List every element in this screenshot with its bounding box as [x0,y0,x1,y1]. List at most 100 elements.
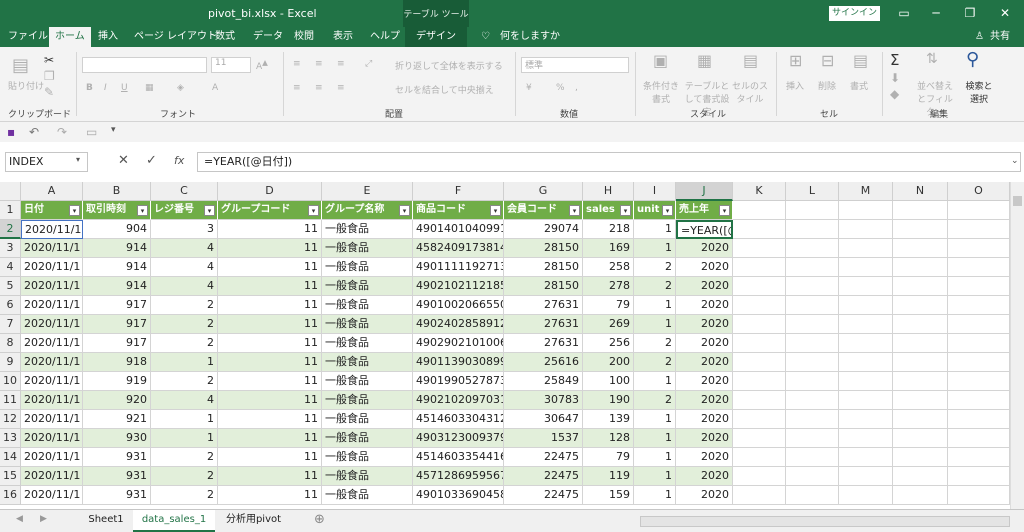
empty-cell[interactable] [733,372,786,391]
table-cell[interactable]: 921 [83,410,151,429]
table-cell[interactable]: 2 [151,372,218,391]
empty-cell[interactable] [893,296,948,315]
fill-icon[interactable]: ⬇ [890,71,900,85]
table-cell[interactable]: 30647 [504,410,583,429]
table-cell[interactable]: 1 [634,220,676,239]
table-cell[interactable]: 2020/11/1 [21,334,83,353]
filter-dropdown-icon[interactable]: ▾ [569,205,580,216]
table-cell[interactable]: 4582409173814 [413,239,504,258]
table-cell[interactable]: 917 [83,296,151,315]
row-header[interactable]: 10 [0,372,21,391]
empty-cell[interactable] [893,429,948,448]
empty-cell[interactable] [948,220,1010,239]
empty-cell[interactable] [948,410,1010,429]
table-cell[interactable]: 11 [218,315,322,334]
table-cell[interactable]: 917 [83,315,151,334]
table-cell[interactable]: 2020/11/1 [21,486,83,505]
table-cell[interactable]: 79 [583,296,634,315]
empty-cell[interactable] [733,448,786,467]
table-header-cell[interactable]: sales ▾ [583,201,634,220]
row-header[interactable]: 7 [0,315,21,334]
format-painter-icon[interactable]: ✎ [44,85,54,99]
formula-input[interactable]: =YEAR([@日付]) [197,152,1021,172]
number-format-combo[interactable]: 標準 [521,57,629,73]
empty-cell[interactable] [893,334,948,353]
table-cell[interactable]: 2020 [676,258,733,277]
table-cell[interactable]: 218 [583,220,634,239]
minimize-button[interactable]: ─ [926,4,946,22]
table-cell[interactable]: 4 [151,239,218,258]
table-cell[interactable]: 278 [583,277,634,296]
table-cell[interactable]: 904 [83,220,151,239]
empty-cell[interactable] [786,239,839,258]
active-cell-editing[interactable]: =YEAR([@日付]) [676,220,733,239]
row-header[interactable]: 6 [0,296,21,315]
table-cell[interactable]: 2 [151,467,218,486]
row-header[interactable]: 3 [0,239,21,258]
empty-cell[interactable] [948,429,1010,448]
column-header[interactable]: K [733,182,786,201]
format-cells-icon[interactable]: ▤ [853,51,868,70]
table-cell[interactable]: 200 [583,353,634,372]
table-cell[interactable]: 1 [634,448,676,467]
select-all-corner[interactable] [0,182,21,201]
empty-cell[interactable] [786,467,839,486]
table-cell[interactable]: 1 [634,467,676,486]
empty-cell[interactable] [948,277,1010,296]
row-header[interactable]: 8 [0,334,21,353]
undo-icon[interactable]: ↶ [29,125,39,139]
empty-cell[interactable] [786,201,839,220]
filter-dropdown-icon[interactable]: ▾ [137,205,148,216]
table-cell[interactable]: 30783 [504,391,583,410]
table-header-cell[interactable]: 会員コード ▾ [504,201,583,220]
empty-cell[interactable] [839,277,893,296]
table-cell[interactable]: 2020/11/1 [21,448,83,467]
autosum-icon[interactable]: Σ [890,51,899,69]
table-cell[interactable]: 918 [83,353,151,372]
align-middle-icon[interactable]: ≡ [315,59,323,69]
table-cell[interactable]: 11 [218,429,322,448]
table-cell[interactable]: 1 [634,486,676,505]
table-cell[interactable]: 1 [634,296,676,315]
filter-dropdown-icon[interactable]: ▾ [490,205,501,216]
table-cell[interactable]: 1 [151,429,218,448]
empty-cell[interactable] [893,258,948,277]
empty-cell[interactable] [893,277,948,296]
table-cell[interactable]: 一般食品 [322,220,413,239]
table-cell[interactable]: 11 [218,372,322,391]
empty-cell[interactable] [786,220,839,239]
empty-cell[interactable] [786,315,839,334]
empty-cell[interactable] [839,353,893,372]
filter-dropdown-icon[interactable]: ▾ [399,205,410,216]
table-cell[interactable]: 11 [218,448,322,467]
column-header[interactable]: O [948,182,1010,201]
empty-cell[interactable] [786,486,839,505]
empty-cell[interactable] [839,334,893,353]
fill-color-icon[interactable]: ◈ [177,83,184,93]
empty-cell[interactable] [948,391,1010,410]
empty-cell[interactable] [948,258,1010,277]
row-header[interactable]: 14 [0,448,21,467]
table-cell[interactable]: 28150 [504,239,583,258]
tab-help[interactable]: ヘルプ [370,27,400,47]
table-cell[interactable]: 4902102097031 [413,391,504,410]
table-cell[interactable]: 4901111192713 [413,258,504,277]
percent-icon[interactable]: % [556,83,565,93]
empty-cell[interactable] [948,448,1010,467]
empty-cell[interactable] [839,296,893,315]
table-cell[interactable]: 11 [218,353,322,372]
table-cell[interactable]: 1 [634,410,676,429]
merge-center-button[interactable]: セルを結合して中央揃え [395,83,494,96]
table-cell[interactable]: 1 [634,239,676,258]
cell-styles-icon[interactable]: ▤ [743,51,758,70]
empty-cell[interactable] [786,258,839,277]
table-cell[interactable]: 931 [83,448,151,467]
table-cell[interactable]: 2 [151,448,218,467]
currency-icon[interactable]: ¥ [526,83,532,93]
table-cell[interactable]: 931 [83,486,151,505]
bold-icon[interactable]: B [86,83,93,93]
empty-cell[interactable] [948,201,1010,220]
table-cell[interactable]: 1537 [504,429,583,448]
table-cell[interactable]: 256 [583,334,634,353]
table-cell[interactable]: 一般食品 [322,410,413,429]
